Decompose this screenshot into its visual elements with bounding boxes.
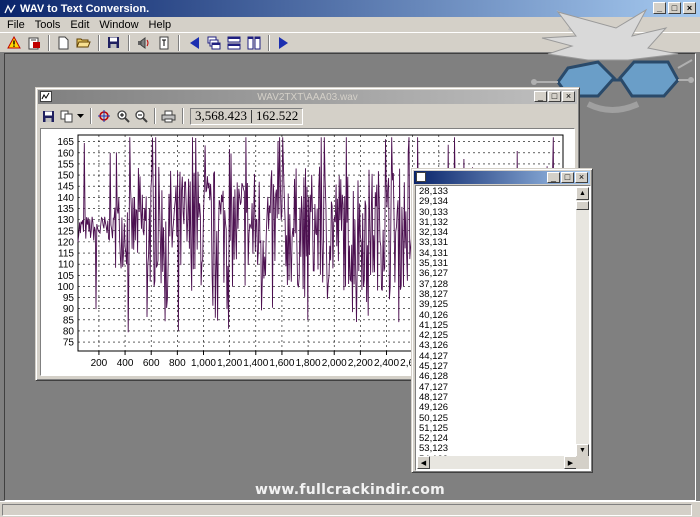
y-tick-label: 80: [63, 326, 75, 337]
menu-window[interactable]: Window: [94, 19, 143, 31]
import-icon[interactable]: [24, 34, 43, 51]
watermark-text: www.fullcrackindir.com: [254, 482, 446, 498]
graph-save-icon[interactable]: [40, 108, 57, 124]
toolbar-separator: [90, 108, 92, 124]
y-tick-label: 155: [57, 159, 74, 170]
cascade-icon[interactable]: [204, 34, 223, 51]
y-tick-label: 75: [63, 338, 75, 349]
zoom-in-icon[interactable]: [114, 108, 131, 124]
cursor-readout: 3,568.423 162.522: [190, 107, 304, 125]
toolbar-separator: [268, 34, 270, 51]
x-tick-label: 600: [143, 358, 160, 369]
y-tick-label: 85: [63, 315, 75, 326]
y-tick-label: 150: [57, 171, 74, 182]
list-maximize-button[interactable]: □: [561, 172, 574, 183]
toolbar-separator: [154, 108, 156, 124]
y-tick-label: 135: [57, 204, 74, 215]
dropdown-icon[interactable]: [76, 108, 85, 124]
toolbar-separator: [178, 34, 180, 51]
scroll-up-arrow-icon[interactable]: ▲: [576, 187, 589, 200]
toolbar-separator: [128, 34, 130, 51]
back-arrow-icon[interactable]: [184, 34, 203, 51]
y-tick-label: 140: [57, 193, 74, 204]
graph-window-icon: [40, 91, 52, 102]
toolbar-separator: [48, 34, 50, 51]
speaker-icon[interactable]: [134, 34, 153, 51]
menu-tools[interactable]: Tools: [30, 19, 66, 31]
y-tick-label: 115: [58, 249, 74, 260]
graph-close-button[interactable]: ×: [562, 91, 575, 102]
tile-vertical-icon[interactable]: [244, 34, 263, 51]
list-window-titlebar[interactable]: _ □ ×: [414, 171, 590, 184]
new-icon[interactable]: [54, 34, 73, 51]
y-tick-label: 100: [57, 282, 74, 293]
data-list[interactable]: 28,133 29,134 30,133 31,132 32,134 33,131 34,1…: [415, 185, 591, 471]
readout-x: 3,568.423: [195, 108, 247, 123]
graph-window-titlebar[interactable]: WAV2TXT\AAA03.wav _ □ ×: [38, 90, 577, 104]
copy-icon[interactable]: [58, 108, 75, 124]
toolbar-separator: [98, 34, 100, 51]
graph-maximize-button[interactable]: □: [548, 91, 561, 102]
app-title: WAV to Text Conversion.: [20, 2, 150, 15]
y-tick-label: 145: [57, 182, 74, 193]
status-pane: [2, 504, 692, 516]
x-tick-label: 2,000: [322, 358, 347, 369]
y-tick-label: 95: [63, 293, 75, 304]
list-item[interactable]: 49,126: [417, 402, 577, 413]
y-tick-label: 110: [58, 260, 74, 271]
menu-edit[interactable]: Edit: [65, 19, 94, 31]
menu-file[interactable]: File: [2, 19, 30, 31]
tile-horizontal-icon[interactable]: [224, 34, 243, 51]
status-bar: [0, 501, 700, 517]
x-tick-label: 1,600: [269, 358, 294, 369]
readout-y: 162.522: [256, 108, 299, 123]
y-tick-label: 125: [57, 226, 74, 237]
save-icon[interactable]: [104, 34, 123, 51]
graph-toolbar: 3,568.423 162.522: [40, 106, 370, 126]
x-tick-label: 800: [169, 358, 186, 369]
y-tick-label: 165: [57, 137, 74, 148]
horizontal-scrollbar[interactable]: ◀ ▶: [417, 456, 577, 469]
x-tick-label: 2,400: [374, 358, 399, 369]
zoom-fit-icon[interactable]: [96, 108, 113, 124]
warning-icon[interactable]: [4, 34, 23, 51]
menu-help[interactable]: Help: [144, 19, 177, 31]
x-tick-label: 2,200: [348, 358, 373, 369]
y-tick-label: 120: [57, 237, 74, 248]
y-tick-label: 160: [57, 148, 74, 159]
vertical-scrollbar[interactable]: ▲ ▼: [576, 187, 589, 457]
zoom-out-icon[interactable]: [132, 108, 149, 124]
data-list-window[interactable]: _ □ × 28,133 29,134 30,133 31,132 32,134 33,1…: [411, 168, 593, 473]
forward-arrow-icon[interactable]: [274, 34, 293, 51]
open-icon[interactable]: [74, 34, 93, 51]
x-tick-label: 1,400: [243, 358, 268, 369]
list-minimize-button[interactable]: _: [547, 172, 560, 183]
print-icon[interactable]: [160, 108, 177, 124]
toolbar-separator: [182, 108, 184, 124]
text-icon[interactable]: [154, 34, 173, 51]
x-tick-label: 200: [91, 358, 108, 369]
graph-window-title: WAV2TXT\AAA03.wav: [257, 91, 358, 103]
app-wave-icon: [4, 3, 16, 15]
vertical-scroll-thumb[interactable]: [576, 201, 589, 210]
list-close-button[interactable]: ×: [575, 172, 588, 183]
y-tick-label: 90: [63, 304, 75, 315]
scrollbar-corner: [576, 456, 589, 469]
data-list-lines: 28,133 29,134 30,133 31,132 32,134 33,131 34,1…: [417, 187, 577, 457]
graph-minimize-button[interactable]: _: [534, 91, 547, 102]
x-tick-label: 1,000: [191, 358, 216, 369]
list-window-icon: [416, 172, 426, 182]
scroll-left-arrow-icon[interactable]: ◀: [417, 456, 430, 469]
x-tick-label: 400: [117, 358, 134, 369]
y-tick-label: 130: [57, 215, 74, 226]
x-tick-label: 1,800: [296, 358, 321, 369]
y-tick-label: 105: [57, 271, 74, 282]
x-tick-label: 1,200: [217, 358, 242, 369]
